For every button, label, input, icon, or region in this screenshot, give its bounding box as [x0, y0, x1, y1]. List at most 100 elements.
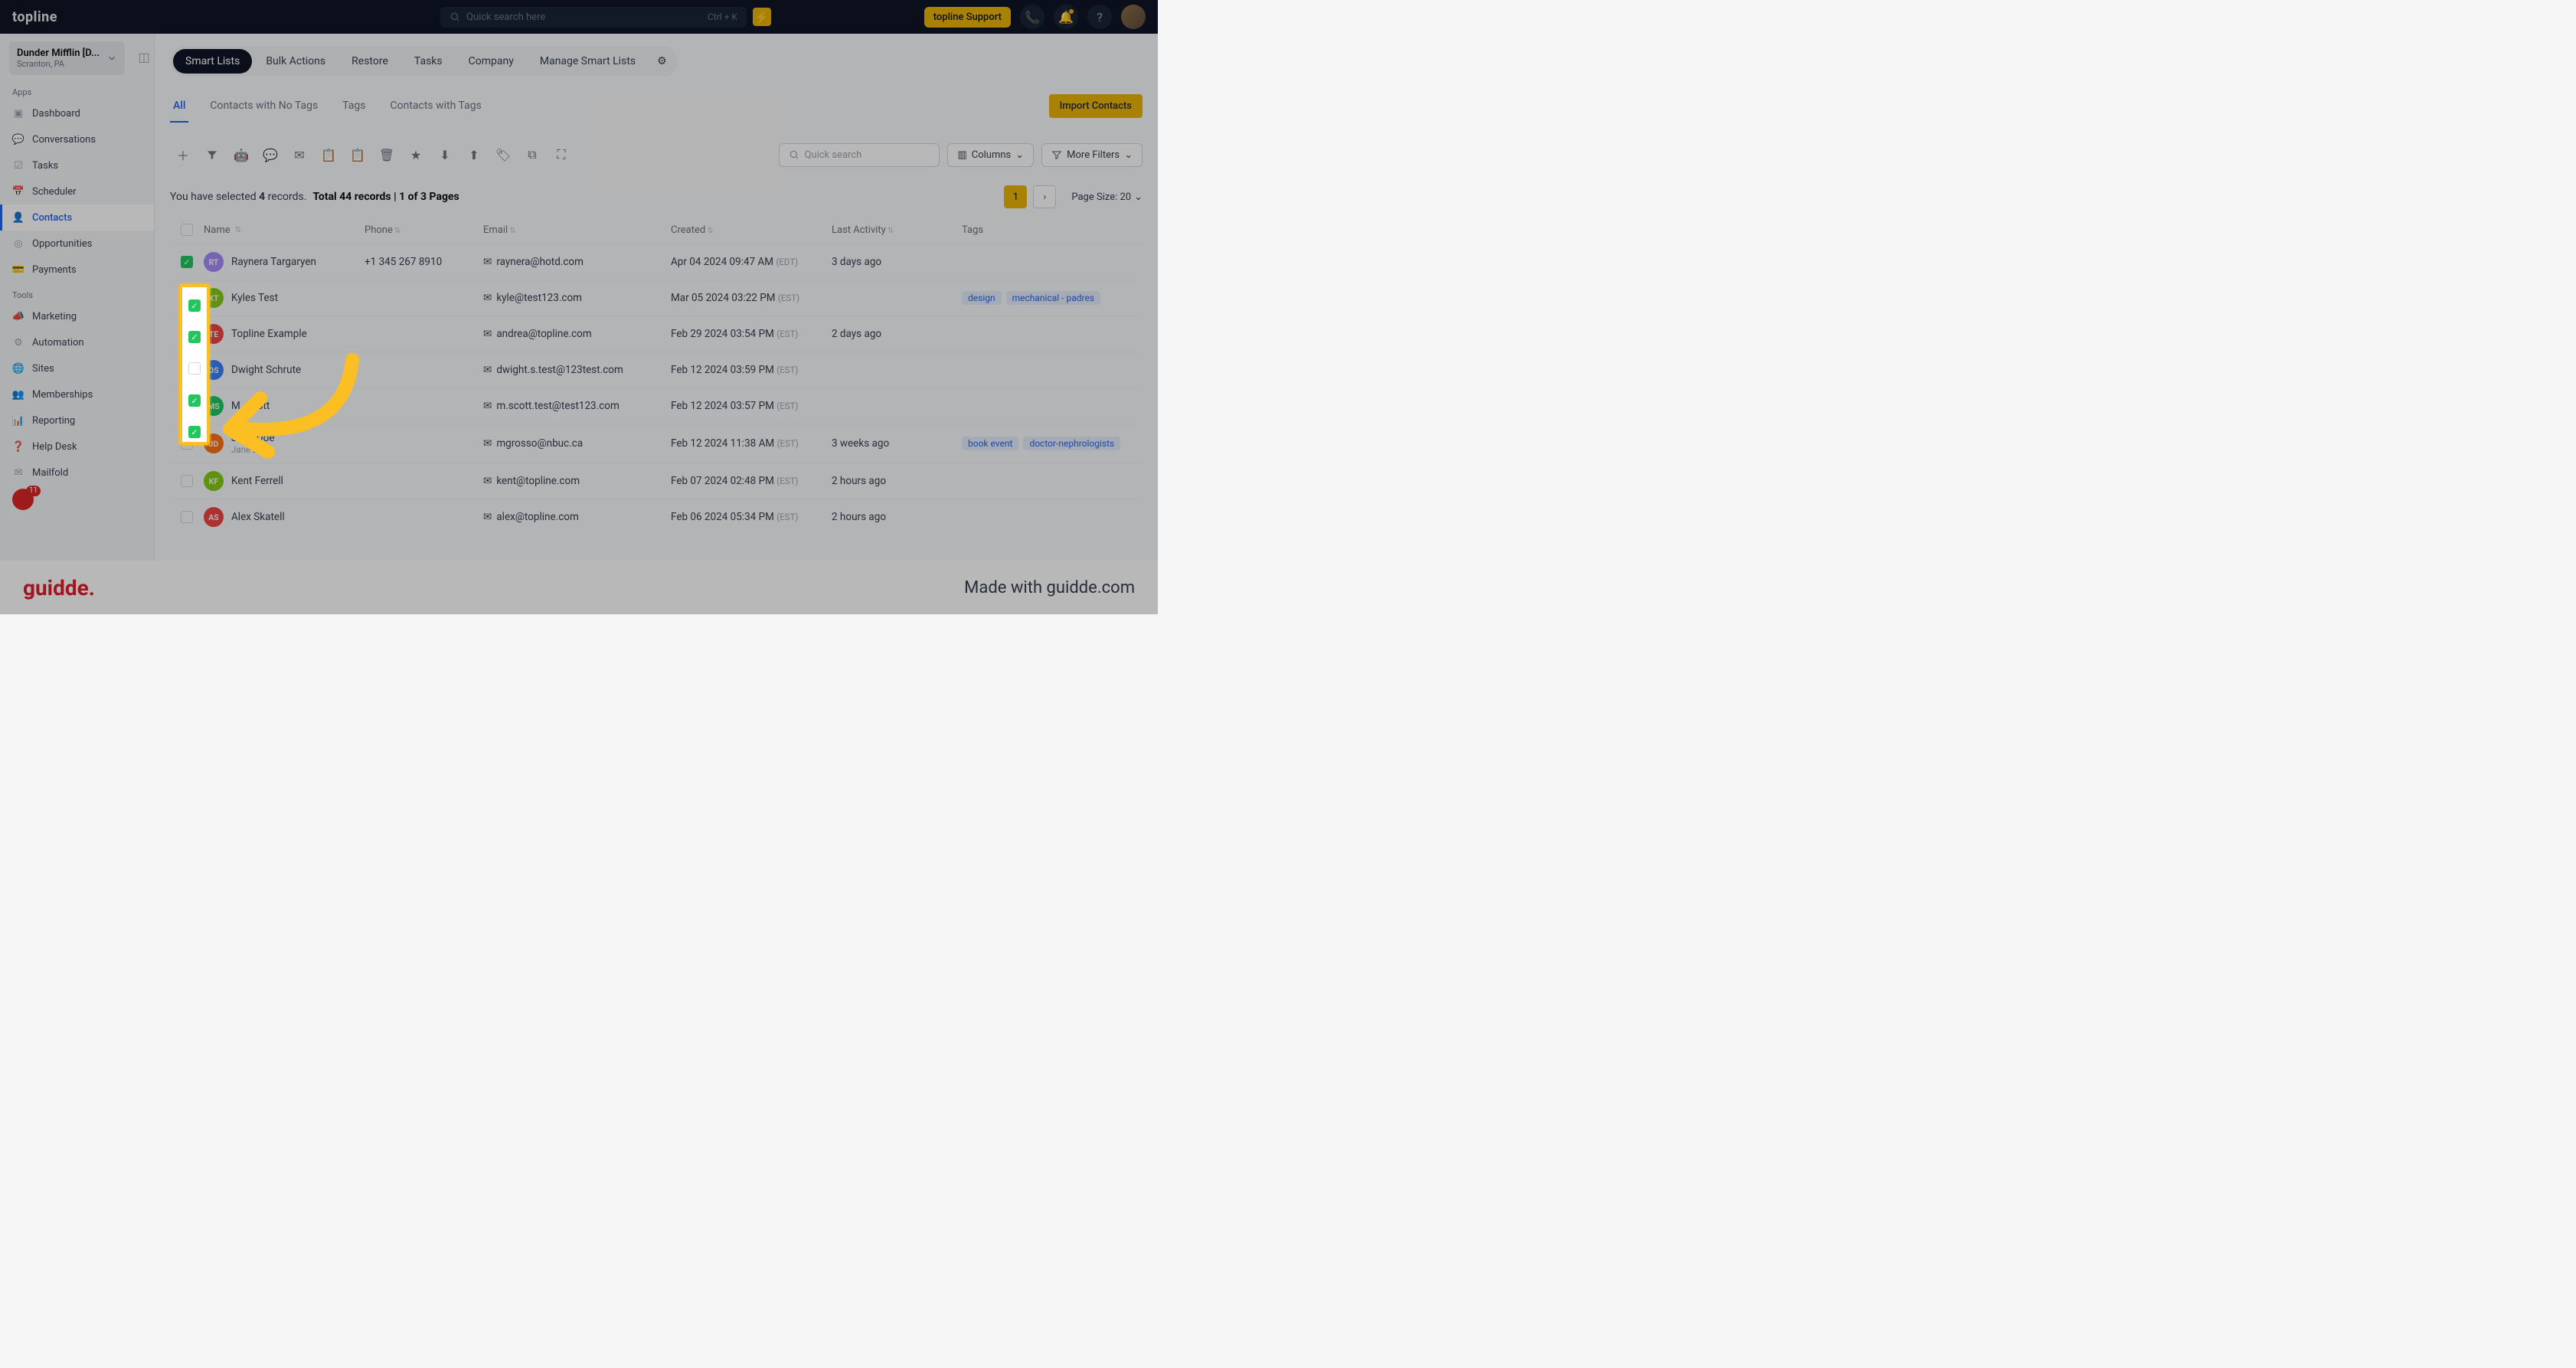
contact-name: Raynera Targaryen	[231, 256, 316, 268]
sidebar-item-label: Memberships	[32, 389, 93, 401]
sms-icon[interactable]: 💬	[257, 142, 283, 167]
col-activity[interactable]: Last Activity⇅	[832, 224, 962, 236]
subtab-contacts-with-tags[interactable]: Contacts with Tags	[387, 90, 485, 123]
account-selector[interactable]: Dunder Mifflin [D... Scranton, PA	[9, 41, 125, 75]
sidebar-item-label: Scheduler	[32, 186, 77, 198]
table-row[interactable]: KF Kent Ferrell ✉kent@topline.com Feb 07…	[170, 463, 1143, 499]
merge-icon[interactable]: ⧉	[519, 142, 545, 167]
sidebar-item-opportunities[interactable]: ◎Opportunities	[0, 231, 154, 257]
pill-company[interactable]: Company	[456, 49, 526, 74]
account-location: Scranton, PA	[17, 59, 106, 69]
page-1[interactable]: 1	[1004, 185, 1027, 208]
sidebar-item-contacts[interactable]: 👤Contacts	[0, 205, 154, 231]
table-row[interactable]: KT Kyles Test ✉kyle@test123.com Mar 05 2…	[170, 280, 1143, 316]
import-contacts-button[interactable]: Import Contacts	[1049, 94, 1143, 118]
add-icon[interactable]: ＋	[170, 142, 196, 167]
mail-icon: ✉	[12, 466, 25, 479]
sidebar-item-conversations[interactable]: 💬Conversations	[0, 126, 154, 152]
pill-manage-smart-lists[interactable]: Manage Smart Lists	[528, 49, 648, 74]
sidebar-item-label: Mailfold	[32, 467, 68, 479]
gear-icon[interactable]: ⚙	[649, 49, 675, 74]
robot-icon[interactable]: 🤖	[228, 142, 254, 167]
pill-tasks[interactable]: Tasks	[402, 49, 455, 74]
sidebar-item-mailfold[interactable]: ✉ Mailfold	[0, 460, 154, 486]
table-row[interactable]: JD Jane DoeJane Do ✉mgrosso@nbuc.ca Feb …	[170, 424, 1143, 463]
contact-created: Feb 12 2024 03:57 PM	[671, 400, 774, 412]
trash-icon[interactable]: 🗑	[374, 142, 400, 167]
envelope-icon: ✉	[483, 328, 492, 340]
pipeline-remove-icon[interactable]: 📋	[345, 142, 371, 167]
contact-avatar: RT	[204, 252, 224, 272]
table-row[interactable]: MS M. Scott ✉m.scott.test@test123.com Fe…	[170, 388, 1143, 424]
sidebar-item-label: Tasks	[32, 160, 58, 172]
phone-icon[interactable]: 📞	[1020, 5, 1044, 29]
more-filters-button[interactable]: More Filters ⌄	[1041, 143, 1143, 167]
sidebar-item-memberships[interactable]: 👥Memberships	[0, 381, 154, 407]
help-icon[interactable]: ?	[1087, 5, 1112, 29]
expand-icon[interactable]: ⛶	[548, 142, 574, 167]
table-row[interactable]: AS Alex Skatell ✉alex@topline.com Feb 06…	[170, 499, 1143, 535]
app-logo[interactable]: topline	[12, 9, 57, 25]
sidebar-item-dashboard[interactable]: ▣Dashboard	[0, 100, 154, 126]
sidebar-item-label: Help Desk	[32, 441, 77, 453]
pipeline-add-icon[interactable]: 📋	[315, 142, 342, 167]
columns-button[interactable]: ▥ Columns ⌄	[947, 143, 1034, 167]
row-checkbox[interactable]	[181, 511, 193, 523]
section-tools: Tools	[0, 283, 154, 303]
email-icon[interactable]: ✉	[286, 142, 312, 167]
page-size-select[interactable]: Page Size: 20 ⌄	[1071, 191, 1143, 203]
chevron-down-icon: ⌄	[1124, 149, 1133, 161]
sidebar-item-automation[interactable]: ⚙Automation	[0, 329, 154, 355]
sidebar-item-help desk[interactable]: ❓Help Desk	[0, 434, 154, 460]
contact-email: raynera@hotd.com	[496, 256, 584, 268]
support-button[interactable]: topline Support	[924, 7, 1011, 28]
chevron-down-icon: ⌄	[1015, 149, 1024, 161]
sidebar-toggle-icon[interactable]: ◫	[134, 50, 154, 64]
sidebar-item-marketing[interactable]: 📣Marketing	[0, 303, 154, 329]
upload-icon[interactable]: ⬆	[461, 142, 487, 167]
contact-created: Feb 07 2024 02:48 PM	[671, 475, 774, 487]
row-checkbox[interactable]	[181, 475, 193, 487]
tag-icon[interactable]: 🏷	[490, 142, 516, 167]
quick-search-input[interactable]: Quick search	[779, 143, 940, 167]
sidebar-item-payments[interactable]: 💳Payments	[0, 257, 154, 283]
download-icon[interactable]: ⬇	[432, 142, 458, 167]
sidebar-item-scheduler[interactable]: 📅Scheduler	[0, 178, 154, 205]
star-icon[interactable]: ★	[403, 142, 429, 167]
pill-restore[interactable]: Restore	[339, 49, 400, 74]
user-icon: 👤	[12, 211, 25, 224]
tag[interactable]: doctor-nephrologists	[1023, 437, 1120, 450]
contact-created: Feb 12 2024 03:59 PM	[671, 364, 774, 376]
filter-icon[interactable]	[199, 142, 225, 167]
user-avatar[interactable]	[1121, 5, 1146, 29]
table-row[interactable]: DS Dwight Schrute ✉dwight.s.test@123test…	[170, 352, 1143, 388]
envelope-icon: ✉	[483, 292, 492, 304]
tag[interactable]: book event	[962, 437, 1018, 450]
bolt-button[interactable]: ⚡	[753, 8, 771, 26]
subtab-tags[interactable]: Tags	[339, 90, 368, 123]
table-row[interactable]: TE Topline Example ✉andrea@topline.com F…	[170, 316, 1143, 352]
sidebar-item-sites[interactable]: 🌐Sites	[0, 355, 154, 381]
row-checkbox[interactable]	[181, 256, 193, 268]
envelope-icon: ✉	[483, 256, 492, 268]
global-search[interactable]: Quick search here Ctrl + K	[440, 7, 747, 28]
col-phone[interactable]: Phone⇅	[364, 224, 483, 236]
page-next[interactable]: ›	[1033, 185, 1056, 208]
tag[interactable]: design	[962, 291, 1002, 305]
tag[interactable]: mechanical - padres	[1006, 291, 1100, 305]
subtab-contacts-with-no-tags[interactable]: Contacts with No Tags	[207, 90, 321, 123]
sidebar-item-tasks[interactable]: ☑Tasks	[0, 152, 154, 178]
contact-email: mgrosso@nbuc.ca	[496, 437, 583, 450]
select-all-checkbox[interactable]	[181, 224, 193, 236]
columns-icon: ▥	[957, 149, 966, 161]
bell-icon[interactable]: 🔔	[1054, 5, 1078, 29]
col-name[interactable]: Name⇅	[204, 224, 364, 236]
pill-bulk-actions[interactable]: Bulk Actions	[253, 49, 338, 74]
pill-smart-lists[interactable]: Smart Lists	[173, 49, 252, 74]
sidebar-item-reporting[interactable]: 📊Reporting	[0, 407, 154, 434]
table-row[interactable]: RT Raynera Targaryen +1 345 267 8910 ✉ra…	[170, 244, 1143, 280]
col-tags[interactable]: Tags	[962, 224, 1132, 236]
col-email[interactable]: Email⇅	[483, 224, 671, 236]
col-created[interactable]: Created⇅	[671, 224, 832, 236]
subtab-all[interactable]: All	[170, 90, 188, 123]
